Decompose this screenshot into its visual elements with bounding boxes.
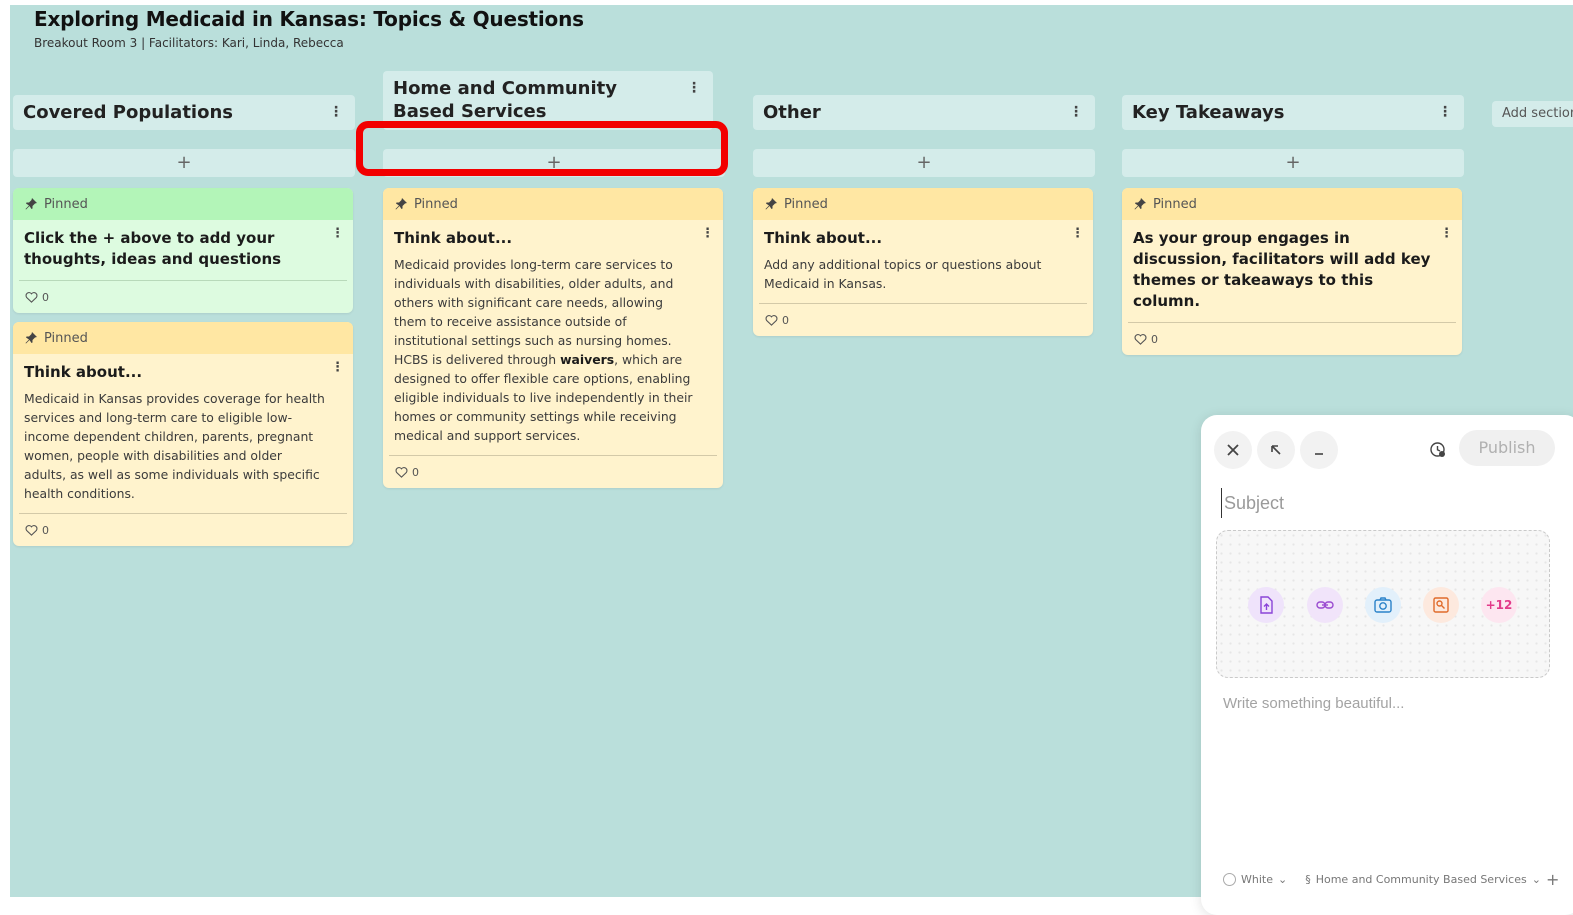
close-icon — [1227, 444, 1239, 456]
chevron-down-icon: ⌄ — [1531, 873, 1541, 886]
card-body-text: Medicaid in Kansas provides coverage for… — [24, 391, 325, 501]
column-menu-icon[interactable]: ⋮ — [1438, 101, 1452, 124]
card-menu-icon[interactable]: ⋮ — [1440, 226, 1453, 241]
pinned-bar: Pinned — [1122, 188, 1462, 220]
add-section-button[interactable]: Add section — [1492, 101, 1573, 127]
chevron-down-icon: ⌄ — [1278, 873, 1288, 886]
add-post-button[interactable]: + — [13, 149, 355, 177]
section-label: Home and Community Based Services — [1315, 873, 1527, 886]
post-card[interactable]: Pinned Click the + above to add your tho… — [13, 188, 353, 313]
pin-icon — [395, 198, 407, 210]
card-title: Think about... — [24, 363, 143, 381]
heart-icon[interactable] — [395, 466, 408, 479]
color-swatch-icon — [1223, 873, 1236, 886]
pinned-label: Pinned — [44, 330, 88, 346]
attachment-area: +12 — [1216, 530, 1550, 678]
expand-button[interactable] — [1257, 431, 1295, 469]
camera-button[interactable] — [1365, 587, 1401, 623]
card-title: As your group engages in discussion, fac… — [1133, 229, 1431, 310]
link-icon — [1316, 601, 1334, 609]
pinned-bar: Pinned — [753, 188, 1093, 220]
like-count: 0 — [1151, 332, 1158, 346]
waivers-bold: waivers — [560, 352, 615, 367]
card-title: Think about... — [394, 229, 513, 247]
card-body-text: Add any additional topics or questions a… — [764, 257, 1042, 291]
column-title: Covered Populations — [23, 102, 233, 123]
more-options-button[interactable]: + — [1546, 870, 1559, 889]
like-count: 0 — [412, 465, 419, 479]
pin-icon — [25, 198, 37, 210]
column-menu-icon[interactable]: ⋮ — [687, 77, 701, 100]
upload-file-button[interactable] — [1248, 587, 1284, 623]
subject-input[interactable] — [1221, 488, 1546, 518]
minimize-button[interactable] — [1300, 431, 1338, 469]
file-upload-icon — [1260, 596, 1273, 614]
heart-icon[interactable] — [25, 524, 38, 537]
card-title: Click the + above to add your thoughts, … — [24, 229, 282, 268]
card-body-text: Medicaid provides long-term care service… — [394, 257, 693, 443]
add-post-button[interactable]: + — [753, 149, 1095, 177]
card-menu-icon[interactable]: ⋮ — [701, 226, 714, 241]
schedule-button[interactable] — [1419, 431, 1457, 469]
image-search-button[interactable] — [1423, 587, 1459, 623]
publish-button[interactable]: Publish — [1459, 430, 1555, 466]
heart-icon[interactable] — [25, 291, 38, 304]
like-count: 0 — [782, 313, 789, 327]
column-header[interactable]: Other ⋮ — [753, 95, 1095, 130]
card-menu-icon[interactable]: ⋮ — [331, 226, 344, 241]
add-link-button[interactable] — [1307, 587, 1343, 623]
post-card[interactable]: Pinned Think about... Add any additional… — [753, 188, 1093, 336]
column-menu-icon[interactable]: ⋮ — [329, 101, 343, 124]
board-title: Exploring Medicaid in Kansas: Topics & Q… — [34, 7, 584, 31]
post-card[interactable]: Pinned Think about... Medicaid provides … — [383, 188, 723, 488]
column-header[interactable]: Covered Populations ⋮ — [13, 95, 355, 130]
clock-icon — [1430, 442, 1445, 457]
column-header[interactable]: Key Takeaways ⋮ — [1122, 95, 1464, 130]
pinned-label: Pinned — [1153, 196, 1197, 212]
pinned-label: Pinned — [414, 196, 458, 212]
composer-footer: White ⌄ § Home and Community Based Servi… — [1223, 873, 1541, 886]
add-post-button[interactable]: + — [383, 149, 725, 177]
post-card[interactable]: Pinned As your group engages in discussi… — [1122, 188, 1462, 355]
column-menu-icon[interactable]: ⋮ — [1069, 101, 1083, 124]
column-header[interactable]: Home and Community Based Services ⋮ — [383, 71, 713, 130]
pinned-label: Pinned — [784, 196, 828, 212]
more-attachments-button[interactable]: +12 — [1481, 587, 1517, 623]
section-icon: § — [1305, 873, 1311, 886]
column-title: Key Takeaways — [1132, 102, 1285, 123]
heart-icon[interactable] — [1134, 333, 1147, 346]
post-composer: Publish +12 White ⌄ § Home and Community… — [1201, 415, 1573, 915]
heart-icon[interactable] — [765, 314, 778, 327]
pin-icon — [765, 198, 777, 210]
section-selector[interactable]: § Home and Community Based Services ⌄ — [1305, 873, 1541, 886]
post-card[interactable]: Pinned Think about... Medicaid in Kansas… — [13, 322, 353, 546]
pinned-bar: Pinned — [383, 188, 723, 220]
image-search-icon — [1433, 597, 1449, 613]
post-body-input[interactable] — [1221, 693, 1545, 857]
close-button[interactable] — [1214, 431, 1252, 469]
board-subtitle: Breakout Room 3 | Facilitators: Kari, Li… — [34, 36, 344, 50]
pinned-bar: Pinned — [13, 322, 353, 354]
pin-icon — [1134, 198, 1146, 210]
column-title: Home and Community Based Services — [393, 78, 617, 122]
color-label: White — [1241, 873, 1273, 886]
pinned-bar: Pinned — [13, 188, 353, 220]
color-selector[interactable]: White ⌄ — [1223, 873, 1287, 886]
add-post-button[interactable]: + — [1122, 149, 1464, 177]
like-count: 0 — [42, 290, 49, 304]
arrow-up-left-icon — [1271, 445, 1281, 455]
card-menu-icon[interactable]: ⋮ — [331, 360, 344, 375]
like-count: 0 — [42, 523, 49, 537]
column-title: Other — [763, 102, 821, 123]
card-title: Think about... — [764, 229, 883, 247]
minimize-icon — [1315, 453, 1323, 455]
pin-icon — [25, 332, 37, 344]
card-menu-icon[interactable]: ⋮ — [1071, 226, 1084, 241]
camera-icon — [1374, 597, 1392, 613]
pinned-label: Pinned — [44, 196, 88, 212]
